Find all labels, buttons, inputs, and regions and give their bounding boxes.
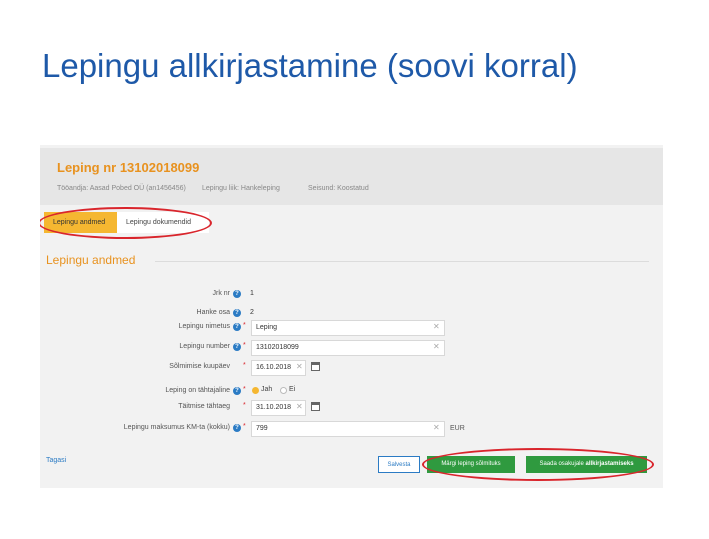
contract-number-label: Lepingu number: [179, 343, 230, 350]
contract-header: Leping nr 13102018099 Tööandja: Aasad Po…: [40, 148, 663, 205]
close-icon[interactable]: ✕: [296, 400, 303, 414]
buttons-highlight-oval: [422, 448, 654, 481]
due-date-label: Täitmise tähtaeg: [178, 403, 230, 410]
seq-no-label: Jrk nr: [212, 290, 231, 297]
radio-no-label: Ei: [289, 386, 296, 393]
radio-yes[interactable]: [252, 387, 259, 394]
question-circle-icon[interactable]: ?: [233, 387, 241, 395]
required-marker: *: [243, 322, 246, 329]
question-circle-icon[interactable]: ?: [233, 309, 241, 317]
total-price-input[interactable]: 799: [251, 421, 445, 437]
conclusion-date-label: Sõlmimise kuupäev: [169, 363, 230, 370]
question-circle-icon[interactable]: ?: [233, 290, 241, 298]
contract-type-info: Lepingu liik: Hankeleping: [202, 185, 280, 192]
calendar-icon[interactable]: [311, 402, 320, 411]
field-row-fixed-term: Leping on tähtajaline ? * Jah Ei: [40, 384, 663, 400]
currency-label: EUR: [450, 425, 465, 432]
status-info: Seisund: Koostatud: [308, 185, 369, 192]
radio-yes-label: Jah: [261, 386, 273, 393]
section-title: Lepingu andmed: [46, 253, 136, 267]
field-row-due-date: Täitmise tähtaeg * 31.10.2018 ✕: [40, 400, 663, 416]
contract-number-input[interactable]: 13102018099: [251, 340, 445, 356]
field-row-total-price: Lepingu maksumus KM-ta (kokku) ? * 799 ✕…: [40, 421, 663, 437]
radio-no[interactable]: [280, 387, 287, 394]
field-row-seq-no: Jrk nr ? 1: [40, 287, 663, 303]
save-button[interactable]: Salvesta: [378, 456, 420, 473]
close-icon[interactable]: ✕: [433, 320, 440, 334]
back-link[interactable]: Tagasi: [46, 457, 66, 464]
tender-part-label: Hanke osa: [196, 309, 230, 316]
contract-title: Leping nr 13102018099: [57, 160, 200, 175]
question-circle-icon[interactable]: ?: [233, 343, 241, 351]
required-marker: *: [243, 362, 246, 369]
required-marker: *: [243, 386, 246, 393]
required-marker: *: [243, 402, 246, 409]
required-marker: *: [243, 342, 246, 349]
app-screenshot: Leping nr 13102018099 Tööandja: Aasad Po…: [40, 145, 663, 488]
section-divider: [155, 261, 649, 262]
question-circle-icon[interactable]: ?: [233, 424, 241, 432]
tender-part-value: 2: [250, 309, 254, 316]
calendar-icon[interactable]: [311, 362, 320, 371]
total-price-label: Lepingu maksumus KM-ta (kokku): [123, 424, 230, 431]
field-row-conclusion-date: Sõlmimise kuupäev * 16.10.2018 ✕: [40, 360, 663, 376]
slide-title: Lepingu allkirjastamine (soovi korral): [42, 47, 578, 84]
close-icon[interactable]: ✕: [433, 421, 440, 435]
field-row-contract-number: Lepingu number ? * 13102018099 ✕: [40, 340, 663, 356]
close-icon[interactable]: ✕: [296, 360, 303, 374]
employer-info: Tööandja: Aasad Pobed OÜ (an1456456): [57, 185, 186, 192]
contract-name-input[interactable]: Leping: [251, 320, 445, 336]
field-row-contract-name: Lepingu nimetus ? * Leping ✕: [40, 320, 663, 336]
fixed-term-label: Leping on tähtajaline: [165, 387, 230, 394]
seq-no-value: 1: [250, 290, 254, 297]
contract-name-label: Lepingu nimetus: [178, 323, 230, 330]
tabs-highlight-oval: [40, 207, 212, 239]
close-icon[interactable]: ✕: [433, 340, 440, 354]
question-circle-icon[interactable]: ?: [233, 323, 241, 331]
required-marker: *: [243, 423, 246, 430]
